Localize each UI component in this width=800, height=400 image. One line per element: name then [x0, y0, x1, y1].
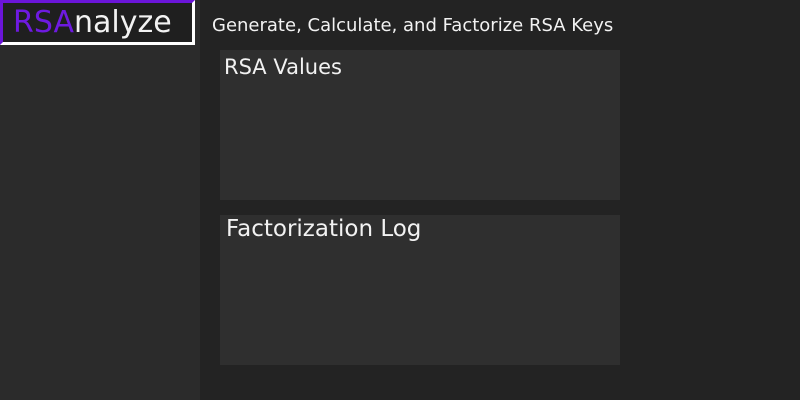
rsa-values-title: RSA Values: [224, 55, 342, 79]
rsa-values-panel: RSA Values: [220, 50, 620, 200]
app-logo: RSA nalyze: [0, 0, 195, 45]
logo-rest-text: nalyze: [73, 4, 172, 40]
page-subtitle: Generate, Calculate, and Factorize RSA K…: [212, 15, 614, 36]
factorization-log-panel: Factorization Log: [220, 215, 620, 365]
factorization-log-title: Factorization Log: [226, 216, 422, 242]
logo-accent-text: RSA: [13, 4, 74, 40]
sidebar: [0, 0, 200, 400]
